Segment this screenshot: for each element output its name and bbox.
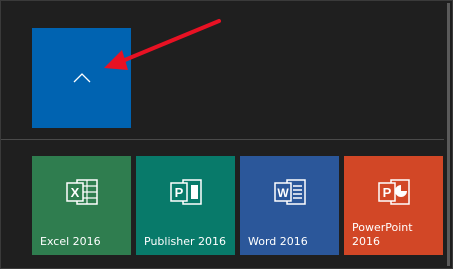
- svg-text:P: P: [382, 185, 391, 200]
- group-divider: [1, 139, 444, 140]
- collapse-group-button[interactable]: [32, 28, 131, 128]
- tile-powerpoint[interactable]: P PowerPoint 2016: [344, 156, 443, 255]
- start-menu-panel: X Excel 2016 P Publisher 2016 W Word 201…: [0, 0, 453, 269]
- svg-text:X: X: [70, 185, 79, 200]
- tile-label: Excel 2016: [40, 235, 101, 248]
- word-icon: W: [273, 179, 306, 205]
- powerpoint-icon: P: [377, 179, 410, 205]
- tile-label: Word 2016: [248, 235, 308, 248]
- svg-text:P: P: [174, 185, 183, 200]
- excel-icon: X: [65, 179, 98, 205]
- tile-word[interactable]: W Word 2016: [240, 156, 339, 255]
- tile-label: Publisher 2016: [144, 235, 226, 248]
- tile-label: PowerPoint 2016: [352, 221, 413, 248]
- chevron-up-icon: [73, 73, 90, 83]
- scrollbar[interactable]: [447, 3, 450, 266]
- tile-excel[interactable]: X Excel 2016: [32, 156, 131, 255]
- publisher-icon: P: [169, 179, 202, 205]
- tile-publisher[interactable]: P Publisher 2016: [136, 156, 235, 255]
- svg-text:W: W: [277, 186, 289, 200]
